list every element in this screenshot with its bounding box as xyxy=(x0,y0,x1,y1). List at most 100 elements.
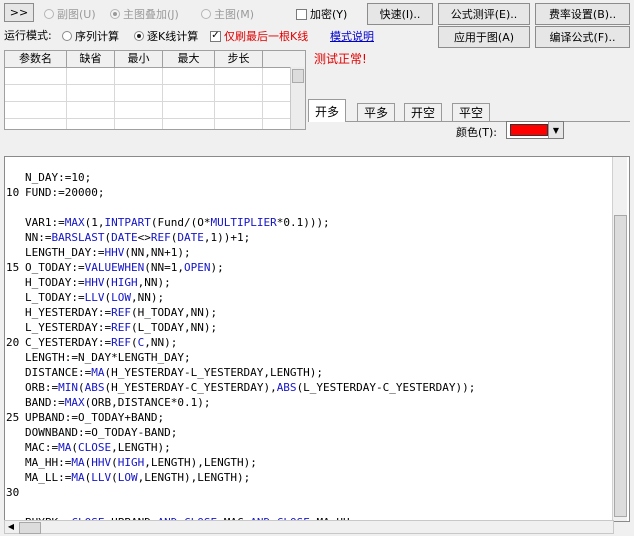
code-line[interactable]: C_YESTERDAY:=REF(C,NN); xyxy=(25,335,177,350)
code-keyword: LOW xyxy=(117,471,138,484)
tab-close-long[interactable]: 平多 xyxy=(357,103,396,121)
params-table[interactable]: 参数名 缺省 最小 最大 步长 xyxy=(4,50,306,130)
code-line[interactable]: MAC:=MA(CLOSE,LENGTH); xyxy=(25,440,171,455)
color-select[interactable]: ▼ xyxy=(506,121,564,139)
code-line[interactable]: H_YESTERDAY:=REF(H_TODAY,NN); xyxy=(25,305,217,320)
code-text: DOWNBAND:=O_TODAY-BAND; xyxy=(25,426,178,439)
code-text: ,LENGTH),LENGTH); xyxy=(137,471,251,484)
code-text: (L_TODAY,NN); xyxy=(130,321,218,334)
code-text: (NN,NN+1); xyxy=(124,246,191,259)
code-line[interactable]: DISTANCE:=MA(H_YESTERDAY-L_YESTERDAY,LEN… xyxy=(25,365,323,380)
code-line[interactable]: LENGTH_DAY:=HHV(NN,NN+1); xyxy=(25,245,191,260)
compile-button[interactable]: 编译公式(F).. xyxy=(535,26,630,48)
code-keyword: LLV xyxy=(91,471,112,484)
code-keyword: HHV xyxy=(104,246,125,259)
scroll-thumb[interactable] xyxy=(292,69,304,83)
code-text: MAC:= xyxy=(25,441,59,454)
code-keyword: INTPART xyxy=(104,216,151,229)
code-keyword: DATE xyxy=(111,231,138,244)
code-line[interactable]: FUND:=20000; xyxy=(25,185,104,200)
code-editor[interactable]: 10 15 20 25 30 N_DAY:=10; FUND:=20000; VAR1:=M… xyxy=(4,156,630,522)
editor-horizontal-scrollbar[interactable]: ◀ xyxy=(4,520,614,534)
last-bar-checkbox[interactable]: ✓ 仅刷最后一根K线 xyxy=(210,28,308,44)
code-keyword: MAX xyxy=(64,396,85,409)
code-text: (ORB,DISTANCE*0.1); xyxy=(84,396,211,409)
code-line[interactable]: O_TODAY:=VALUEWHEN(NN=1,OPEN); xyxy=(25,260,224,275)
code-text: *0.1))); xyxy=(276,216,330,229)
run-mode-sequence-radio[interactable]: 序列计算 xyxy=(62,28,119,44)
code-line[interactable]: UPBAND:=O_TODAY+BAND; xyxy=(25,410,164,425)
code-line[interactable]: L_TODAY:=LLV(LOW,NN); xyxy=(25,290,164,305)
line-number: 20 xyxy=(6,336,20,349)
view-radio-subchart[interactable]: 副图(U) xyxy=(44,6,96,22)
tab-close-short[interactable]: 平空 xyxy=(452,103,491,121)
table-row[interactable] xyxy=(5,68,305,85)
code-line[interactable]: ORB:=MIN(ABS(H_YESTERDAY-C_YESTERDAY),AB… xyxy=(25,380,475,395)
tab-open-short[interactable]: 开空 xyxy=(404,103,443,121)
radio-icon xyxy=(201,9,211,19)
scroll-left-icon[interactable]: ◀ xyxy=(6,522,16,532)
code-text: (L_YESTERDAY-C_YESTERDAY)); xyxy=(296,381,476,394)
code-text: (Fund/(O* xyxy=(150,216,211,229)
mode-help-link[interactable]: 模式说明 xyxy=(330,28,374,44)
code-line[interactable]: MA_LL:=MA(LLV(LOW,LENGTH),LENGTH); xyxy=(25,470,250,485)
code-line[interactable]: VAR1:=MAX(1,INTPART(Fund/(O*MULTIPLIER*0… xyxy=(25,215,330,230)
code-line[interactable]: H_TODAY:=HHV(HIGH,NN); xyxy=(25,275,171,290)
quick-button[interactable]: 快速(I).. xyxy=(367,3,433,25)
code-text: ( xyxy=(111,456,118,469)
chevron-down-icon: ▼ xyxy=(548,122,563,138)
formula-test-button[interactable]: 公式测评(E).. xyxy=(438,3,530,25)
code-line[interactable]: L_YESTERDAY:=REF(L_TODAY,NN); xyxy=(25,320,217,335)
code-line[interactable]: LENGTH:=N_DAY*LENGTH_DAY; xyxy=(25,350,191,365)
col-min: 最小 xyxy=(115,51,163,67)
view-radio-overlay[interactable]: 主图叠加(J) xyxy=(110,6,179,22)
encrypt-checkbox[interactable]: 加密(Y) xyxy=(296,6,347,22)
code-line[interactable]: NN:=BARSLAST(DATE<>REF(DATE,1))+1; xyxy=(25,230,250,245)
code-text: ,NN); xyxy=(130,291,165,304)
code-keyword: MA xyxy=(71,471,85,484)
code-line[interactable]: BAND:=MAX(ORB,DISTANCE*0.1); xyxy=(25,395,210,410)
code-line[interactable]: N_DAY:=10; xyxy=(25,170,91,185)
code-keyword: ABS xyxy=(84,381,105,394)
code-text: ); xyxy=(210,261,224,274)
code-text: ( xyxy=(111,471,118,484)
code-text: (NN=1, xyxy=(144,261,184,274)
tab-open-long[interactable]: 开多 xyxy=(308,99,347,122)
color-label: 颜色(T): xyxy=(456,126,498,139)
code-text: <> xyxy=(137,231,151,244)
code-text: ,1))+1; xyxy=(203,231,251,244)
code-text: O_TODAY:= xyxy=(25,261,85,274)
code-text: LENGTH:=N_DAY*LENGTH_DAY; xyxy=(25,351,191,364)
col-step: 步长 xyxy=(215,51,263,67)
code-text: L_TODAY:= xyxy=(25,291,85,304)
code-keyword: LOW xyxy=(111,291,131,304)
code-line[interactable]: MA_HH:=MA(HHV(HIGH,LENGTH),LENGTH); xyxy=(25,455,257,470)
checkbox-icon xyxy=(296,8,307,20)
code-keyword: HIGH xyxy=(117,456,145,469)
code-text: (1, xyxy=(84,216,105,229)
scroll-thumb[interactable] xyxy=(19,522,41,534)
code-keyword: ABS xyxy=(276,381,297,394)
scroll-thumb[interactable] xyxy=(614,215,627,517)
code-text: ,NN); xyxy=(137,276,171,289)
apply-to-chart-button[interactable]: 应用于图(A) xyxy=(438,26,530,48)
color-swatch xyxy=(510,124,548,136)
code-text: ORB:= xyxy=(25,381,59,394)
table-row[interactable] xyxy=(5,102,305,119)
code-keyword: LLV xyxy=(84,291,105,304)
params-scrollbar[interactable] xyxy=(290,67,305,129)
fee-settings-button[interactable]: 费率设置(B).. xyxy=(535,3,630,25)
run-mode-tick-radio[interactable]: 逐K线计算 xyxy=(134,28,198,44)
code-text: C_YESTERDAY:= xyxy=(25,336,112,349)
view-radio-mainchart[interactable]: 主图(M) xyxy=(201,6,254,22)
line-number: 30 xyxy=(6,486,20,499)
code-text: DISTANCE:= xyxy=(25,366,92,379)
code-line[interactable]: DOWNBAND:=O_TODAY-BAND; xyxy=(25,425,177,440)
code-text: UPBAND:=O_TODAY+BAND; xyxy=(25,411,165,424)
radio-icon xyxy=(62,31,72,41)
line-number: 15 xyxy=(6,261,20,274)
expand-button[interactable]: >> xyxy=(4,3,34,22)
table-row[interactable] xyxy=(5,85,305,102)
editor-vertical-scrollbar[interactable] xyxy=(612,157,627,521)
table-row[interactable] xyxy=(5,119,305,129)
